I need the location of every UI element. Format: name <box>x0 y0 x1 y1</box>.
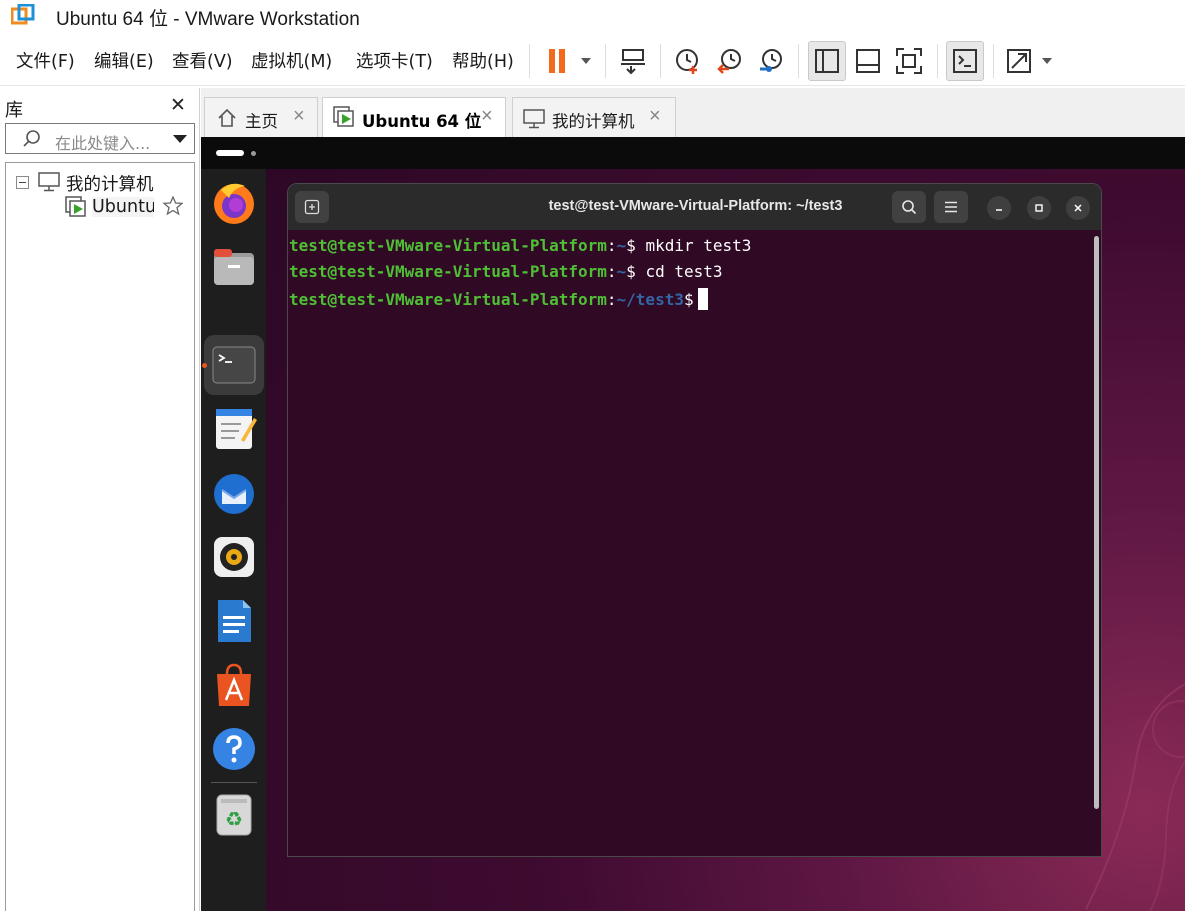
tab-close-icon[interactable]: × <box>481 105 493 128</box>
menu-view[interactable]: 查看(V) <box>172 48 233 73</box>
console-view-button[interactable] <box>946 41 984 81</box>
computer-icon <box>523 109 545 129</box>
console-icon <box>953 49 977 73</box>
terminal-output[interactable]: test@test-VMware-Virtual-Platform:~$ mkd… <box>288 230 1101 856</box>
sidebar-layout-icon <box>815 49 839 73</box>
vmware-logo-icon <box>11 4 35 25</box>
library-title: 库 <box>5 100 23 121</box>
fullscreen-icon <box>896 48 922 74</box>
tab-my-computer-label: 我的计算机 <box>552 112 635 131</box>
tab-strip: 主页 × Ubuntu 64 位 × 我的计算机 × <box>201 88 1185 138</box>
workspace-indicator[interactable] <box>251 151 256 156</box>
favorite-star-icon[interactable] <box>163 196 183 216</box>
vm-running-icon <box>65 196 86 217</box>
gnome-top-bar <box>201 137 1185 169</box>
thumbnail-layout-icon <box>856 49 880 73</box>
running-indicator <box>202 363 207 368</box>
menu-toolbar: 文件(F) 编辑(E) 查看(V) 虚拟机(M) 选项卡(T) 帮助(H) <box>0 36 1185 86</box>
window-title: Ubuntu 64 位 - VMware Workstation <box>56 9 360 30</box>
library-view-button[interactable] <box>808 41 846 81</box>
toolbar-separator <box>529 44 530 78</box>
help-icon[interactable] <box>211 726 257 772</box>
tab-my-computer[interactable]: 我的计算机 × <box>512 97 676 138</box>
terminal-window[interactable]: test@test-VMware-Virtual-Platform: ~/tes… <box>287 183 1102 857</box>
ubuntu-dock: ♻ <box>201 169 266 911</box>
maximize-icon <box>1035 204 1043 212</box>
files-icon[interactable] <box>211 244 257 290</box>
pause-button[interactable] <box>538 41 594 81</box>
revert-snapshot-button[interactable] <box>710 41 748 81</box>
terminal-line: test@test-VMware-Virtual-Platform:~$ mkd… <box>289 236 752 255</box>
send-keys-icon <box>621 49 645 75</box>
menu-vm[interactable]: 虚拟机(M) <box>251 48 332 73</box>
minimize-button[interactable] <box>987 196 1011 220</box>
terminal-search-button[interactable] <box>892 191 926 223</box>
libreoffice-writer-icon[interactable] <box>211 598 257 644</box>
toolbar-separator <box>605 44 606 78</box>
menu-tabs[interactable]: 选项卡(T) <box>356 48 433 73</box>
tab-ubuntu-label: Ubuntu 64 位 <box>362 112 482 131</box>
tab-home[interactable]: 主页 × <box>204 97 318 138</box>
home-icon <box>218 108 236 127</box>
tab-close-icon[interactable]: × <box>293 105 305 128</box>
dropdown-arrow-icon[interactable] <box>172 134 188 144</box>
library-search-input[interactable]: 在此处键入... <box>5 123 195 154</box>
stretch-icon <box>1007 49 1052 73</box>
snapshot-icon <box>676 49 698 74</box>
library-close-icon[interactable]: ✕ <box>170 94 186 117</box>
tab-ubuntu[interactable]: Ubuntu 64 位 × <box>322 97 506 138</box>
terminal-icon[interactable] <box>211 342 257 388</box>
menu-help[interactable]: 帮助(H) <box>452 48 514 73</box>
tab-home-label: 主页 <box>245 112 278 131</box>
library-tree: 我的计算机 Ubuntu <box>5 162 195 911</box>
text-cursor <box>697 288 708 310</box>
close-icon <box>1074 204 1082 212</box>
hamburger-menu-icon <box>945 201 957 213</box>
toolbar-separator <box>660 44 661 78</box>
snapshot-manager-button[interactable] <box>752 41 790 81</box>
computer-icon <box>38 172 60 192</box>
firefox-icon[interactable] <box>211 180 257 226</box>
pause-icon <box>549 49 591 73</box>
tree-node-my-computer[interactable]: 我的计算机 <box>66 171 154 196</box>
toolbar-separator <box>798 44 799 78</box>
terminal-prompt-line: test@test-VMware-Virtual-Platform:~/test… <box>289 288 708 310</box>
search-placeholder: 在此处键入... <box>55 134 151 153</box>
svg-text:♻: ♻ <box>225 807 243 831</box>
terminal-line: test@test-VMware-Virtual-Platform:~$ cd … <box>289 262 723 281</box>
snapshot-manager-icon <box>760 49 782 72</box>
workspace-indicator-active[interactable] <box>216 150 244 156</box>
rhythmbox-icon[interactable] <box>211 534 257 580</box>
terminal-headerbar[interactable]: test@test-VMware-Virtual-Platform: ~/tes… <box>288 184 1101 230</box>
menu-edit[interactable]: 编辑(E) <box>94 48 154 73</box>
toolbar-separator <box>937 44 938 78</box>
library-panel: 库 ✕ 在此处键入... 我的计算机 Ubuntu <box>0 88 200 911</box>
terminal-menu-button[interactable] <box>934 191 968 223</box>
tree-node-ubuntu[interactable]: Ubuntu <box>92 197 154 217</box>
vm-running-icon <box>333 106 354 127</box>
maximize-button[interactable] <box>1027 196 1051 220</box>
send-ctrl-alt-del-button[interactable] <box>614 41 652 81</box>
collapse-toggle-icon[interactable] <box>16 176 29 189</box>
terminal-title: test@test-VMware-Virtual-Platform: ~/tes… <box>548 198 843 214</box>
app-center-icon[interactable] <box>211 662 257 708</box>
toolbar-separator <box>993 44 994 78</box>
revert-snapshot-icon <box>717 49 741 74</box>
terminal-scrollbar[interactable] <box>1094 236 1099 809</box>
fullscreen-button[interactable] <box>890 41 928 81</box>
take-snapshot-button[interactable] <box>668 41 706 81</box>
title-bar: Ubuntu 64 位 - VMware Workstation <box>0 0 1185 30</box>
thumbnail-bar-button[interactable] <box>849 41 887 81</box>
text-editor-icon[interactable] <box>211 406 257 452</box>
dock-separator <box>211 782 257 783</box>
search-icon <box>23 130 40 147</box>
trash-icon[interactable]: ♻ <box>211 792 257 838</box>
search-icon <box>902 200 917 215</box>
minimize-icon <box>996 209 1002 211</box>
close-button[interactable] <box>1066 196 1090 220</box>
stretch-button[interactable] <box>1003 41 1059 81</box>
menu-file[interactable]: 文件(F) <box>16 48 75 73</box>
thunderbird-icon[interactable] <box>211 470 257 516</box>
tab-close-icon[interactable]: × <box>649 105 661 128</box>
